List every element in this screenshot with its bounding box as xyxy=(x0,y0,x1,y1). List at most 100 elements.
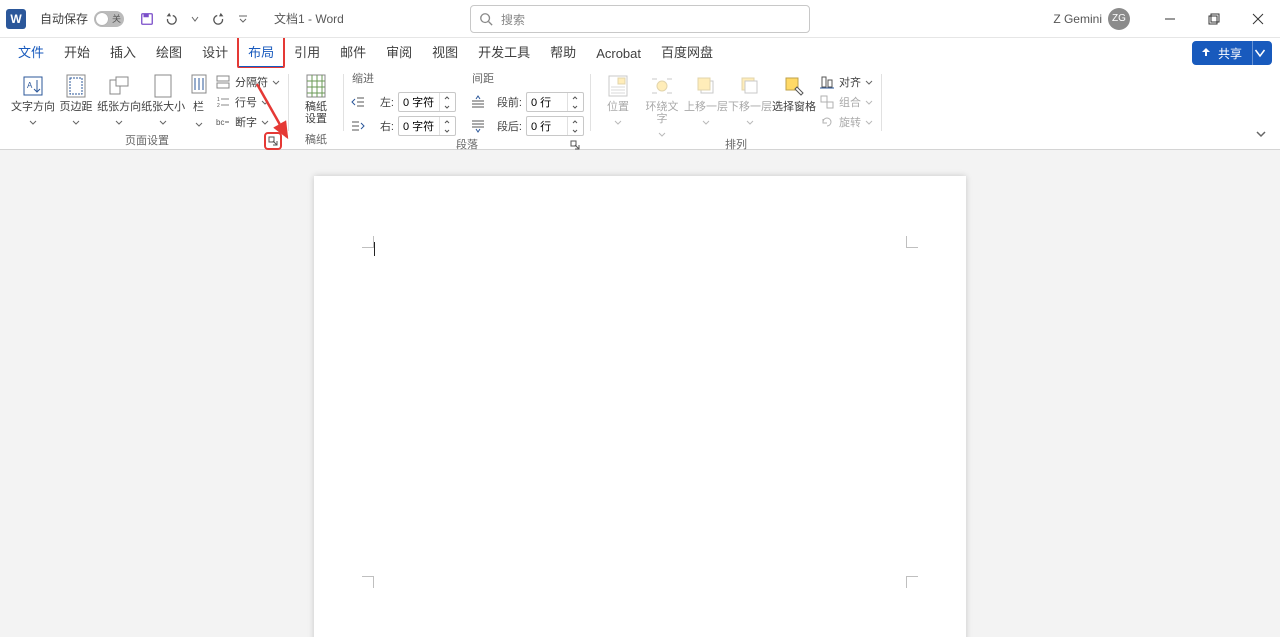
hyphenation-label: 断字 xyxy=(235,114,257,130)
spacing-after-input[interactable] xyxy=(526,116,584,136)
tab-developer[interactable]: 开发工具 xyxy=(468,36,540,68)
svg-text:2: 2 xyxy=(217,103,220,109)
manuscript-settings-button[interactable]: 稿纸 设置 xyxy=(295,70,337,128)
align-button[interactable]: 对齐 xyxy=(817,72,875,92)
text-direction-label: 文字方向 xyxy=(11,101,55,113)
indent-column: 缩进 左: 右: xyxy=(350,70,456,136)
share-button[interactable]: 共享 xyxy=(1192,41,1272,65)
chevron-down-icon xyxy=(865,80,873,85)
position-button[interactable]: 位置 xyxy=(597,70,639,124)
page-setup-label: 页面设置 xyxy=(125,135,169,147)
tab-help[interactable]: 帮助 xyxy=(540,36,586,68)
undo-button[interactable] xyxy=(160,8,182,30)
indent-left-field[interactable] xyxy=(399,96,439,108)
minimize-button[interactable] xyxy=(1148,0,1192,38)
close-button[interactable] xyxy=(1236,0,1280,38)
redo-button[interactable] xyxy=(208,8,230,30)
tab-mailings[interactable]: 邮件 xyxy=(330,36,376,68)
indent-left-input[interactable] xyxy=(398,92,456,112)
app-name-text: Word xyxy=(315,12,343,26)
dialog-launcher-icon xyxy=(570,140,580,150)
indent-right-field[interactable] xyxy=(399,120,439,132)
hyphenation-icon: bc xyxy=(216,115,230,129)
size-button[interactable]: 纸张大小 xyxy=(142,70,184,124)
rotate-label: 旋转 xyxy=(839,114,861,130)
chevron-up-icon xyxy=(444,96,450,100)
spacing-column: 间距 段前: 段后: xyxy=(470,70,584,136)
tab-insert[interactable]: 插入 xyxy=(100,36,146,68)
chevron-down-icon xyxy=(191,15,199,23)
group-objects-button[interactable]: 组合 xyxy=(817,92,875,112)
rotate-button[interactable]: 旋转 xyxy=(817,112,875,132)
share-label: 共享 xyxy=(1218,45,1242,62)
breaks-button[interactable]: 分隔符 xyxy=(213,72,282,92)
spin-up[interactable] xyxy=(568,117,581,126)
user-name: Z Gemini xyxy=(1053,12,1102,26)
wrap-text-button[interactable]: 环绕文 字 xyxy=(641,70,683,136)
margin-mark-tr xyxy=(906,236,918,248)
align-icon xyxy=(820,75,834,89)
tab-draw[interactable]: 绘图 xyxy=(146,36,192,68)
tab-baidu[interactable]: 百度网盘 xyxy=(651,36,723,68)
collapse-ribbon-button[interactable] xyxy=(1252,125,1270,143)
share-dropdown[interactable] xyxy=(1252,41,1266,65)
user-account[interactable]: Z Gemini ZG xyxy=(1053,8,1130,30)
spacing-before-label: 段前: xyxy=(490,94,522,110)
bring-forward-button[interactable]: 上移一层 xyxy=(685,70,727,124)
qat-customize[interactable] xyxy=(232,8,254,30)
indent-right-icon xyxy=(351,119,365,133)
spin-down[interactable] xyxy=(568,126,581,135)
spacing-after-field[interactable] xyxy=(527,120,567,132)
group-objects-label: 组合 xyxy=(839,94,861,110)
columns-button[interactable]: 栏 xyxy=(186,70,211,130)
spin-up[interactable] xyxy=(440,93,453,102)
spin-down[interactable] xyxy=(568,102,581,111)
undo-dropdown[interactable] xyxy=(184,8,206,30)
line-numbers-button[interactable]: 12 行号 xyxy=(213,92,282,112)
tab-layout[interactable]: 布局 xyxy=(238,36,284,68)
indent-right-input[interactable] xyxy=(398,116,456,136)
autosave-label: 自动保存 xyxy=(40,10,88,27)
indent-header: 缩进 xyxy=(350,70,456,88)
group-icon xyxy=(820,95,834,109)
save-button[interactable] xyxy=(136,8,158,30)
hyphenation-button[interactable]: bc 断字 xyxy=(213,112,282,132)
tab-view[interactable]: 视图 xyxy=(422,36,468,68)
send-backward-label: 下移一层 xyxy=(728,101,772,113)
autosave-toggle[interactable]: 关 xyxy=(94,11,124,27)
tab-review[interactable]: 审阅 xyxy=(376,36,422,68)
maximize-button[interactable] xyxy=(1192,0,1236,38)
columns-label: 栏 xyxy=(193,98,204,114)
text-direction-button[interactable]: A 文字方向 xyxy=(12,70,54,124)
chevron-down-icon xyxy=(272,80,280,85)
tab-acrobat[interactable]: Acrobat xyxy=(586,40,651,68)
tab-file[interactable]: 文件 xyxy=(8,36,54,68)
quick-access-toolbar xyxy=(136,8,254,30)
document-canvas[interactable] xyxy=(0,150,1280,637)
titlebar-right: Z Gemini ZG xyxy=(1053,0,1280,37)
spacing-before-field[interactable] xyxy=(527,96,567,108)
spin-up[interactable] xyxy=(568,93,581,102)
page[interactable] xyxy=(314,176,966,637)
chevron-down-icon xyxy=(572,129,578,133)
align-label: 对齐 xyxy=(839,74,861,90)
spin-up[interactable] xyxy=(440,117,453,126)
orientation-button[interactable]: 纸张方向 xyxy=(98,70,140,124)
size-label: 纸张大小 xyxy=(141,101,185,113)
tab-references[interactable]: 引用 xyxy=(284,36,330,68)
margin-mark-br xyxy=(906,576,918,588)
send-backward-button[interactable]: 下移一层 xyxy=(729,70,771,124)
chevron-up-icon xyxy=(572,96,578,100)
spin-down[interactable] xyxy=(440,126,453,135)
chevron-down-icon xyxy=(261,120,269,125)
page-setup-dialog-launcher[interactable] xyxy=(266,134,280,148)
tab-design[interactable]: 设计 xyxy=(192,36,238,68)
spacing-before-input[interactable] xyxy=(526,92,584,112)
margins-button[interactable]: 页边距 xyxy=(56,70,96,124)
selection-pane-button[interactable]: 选择窗格 xyxy=(773,70,815,116)
chevron-down-icon xyxy=(115,120,123,125)
spin-down[interactable] xyxy=(440,102,453,111)
search-box[interactable]: 搜索 xyxy=(470,5,810,33)
rotate-icon xyxy=(820,115,834,129)
tab-home[interactable]: 开始 xyxy=(54,36,100,68)
